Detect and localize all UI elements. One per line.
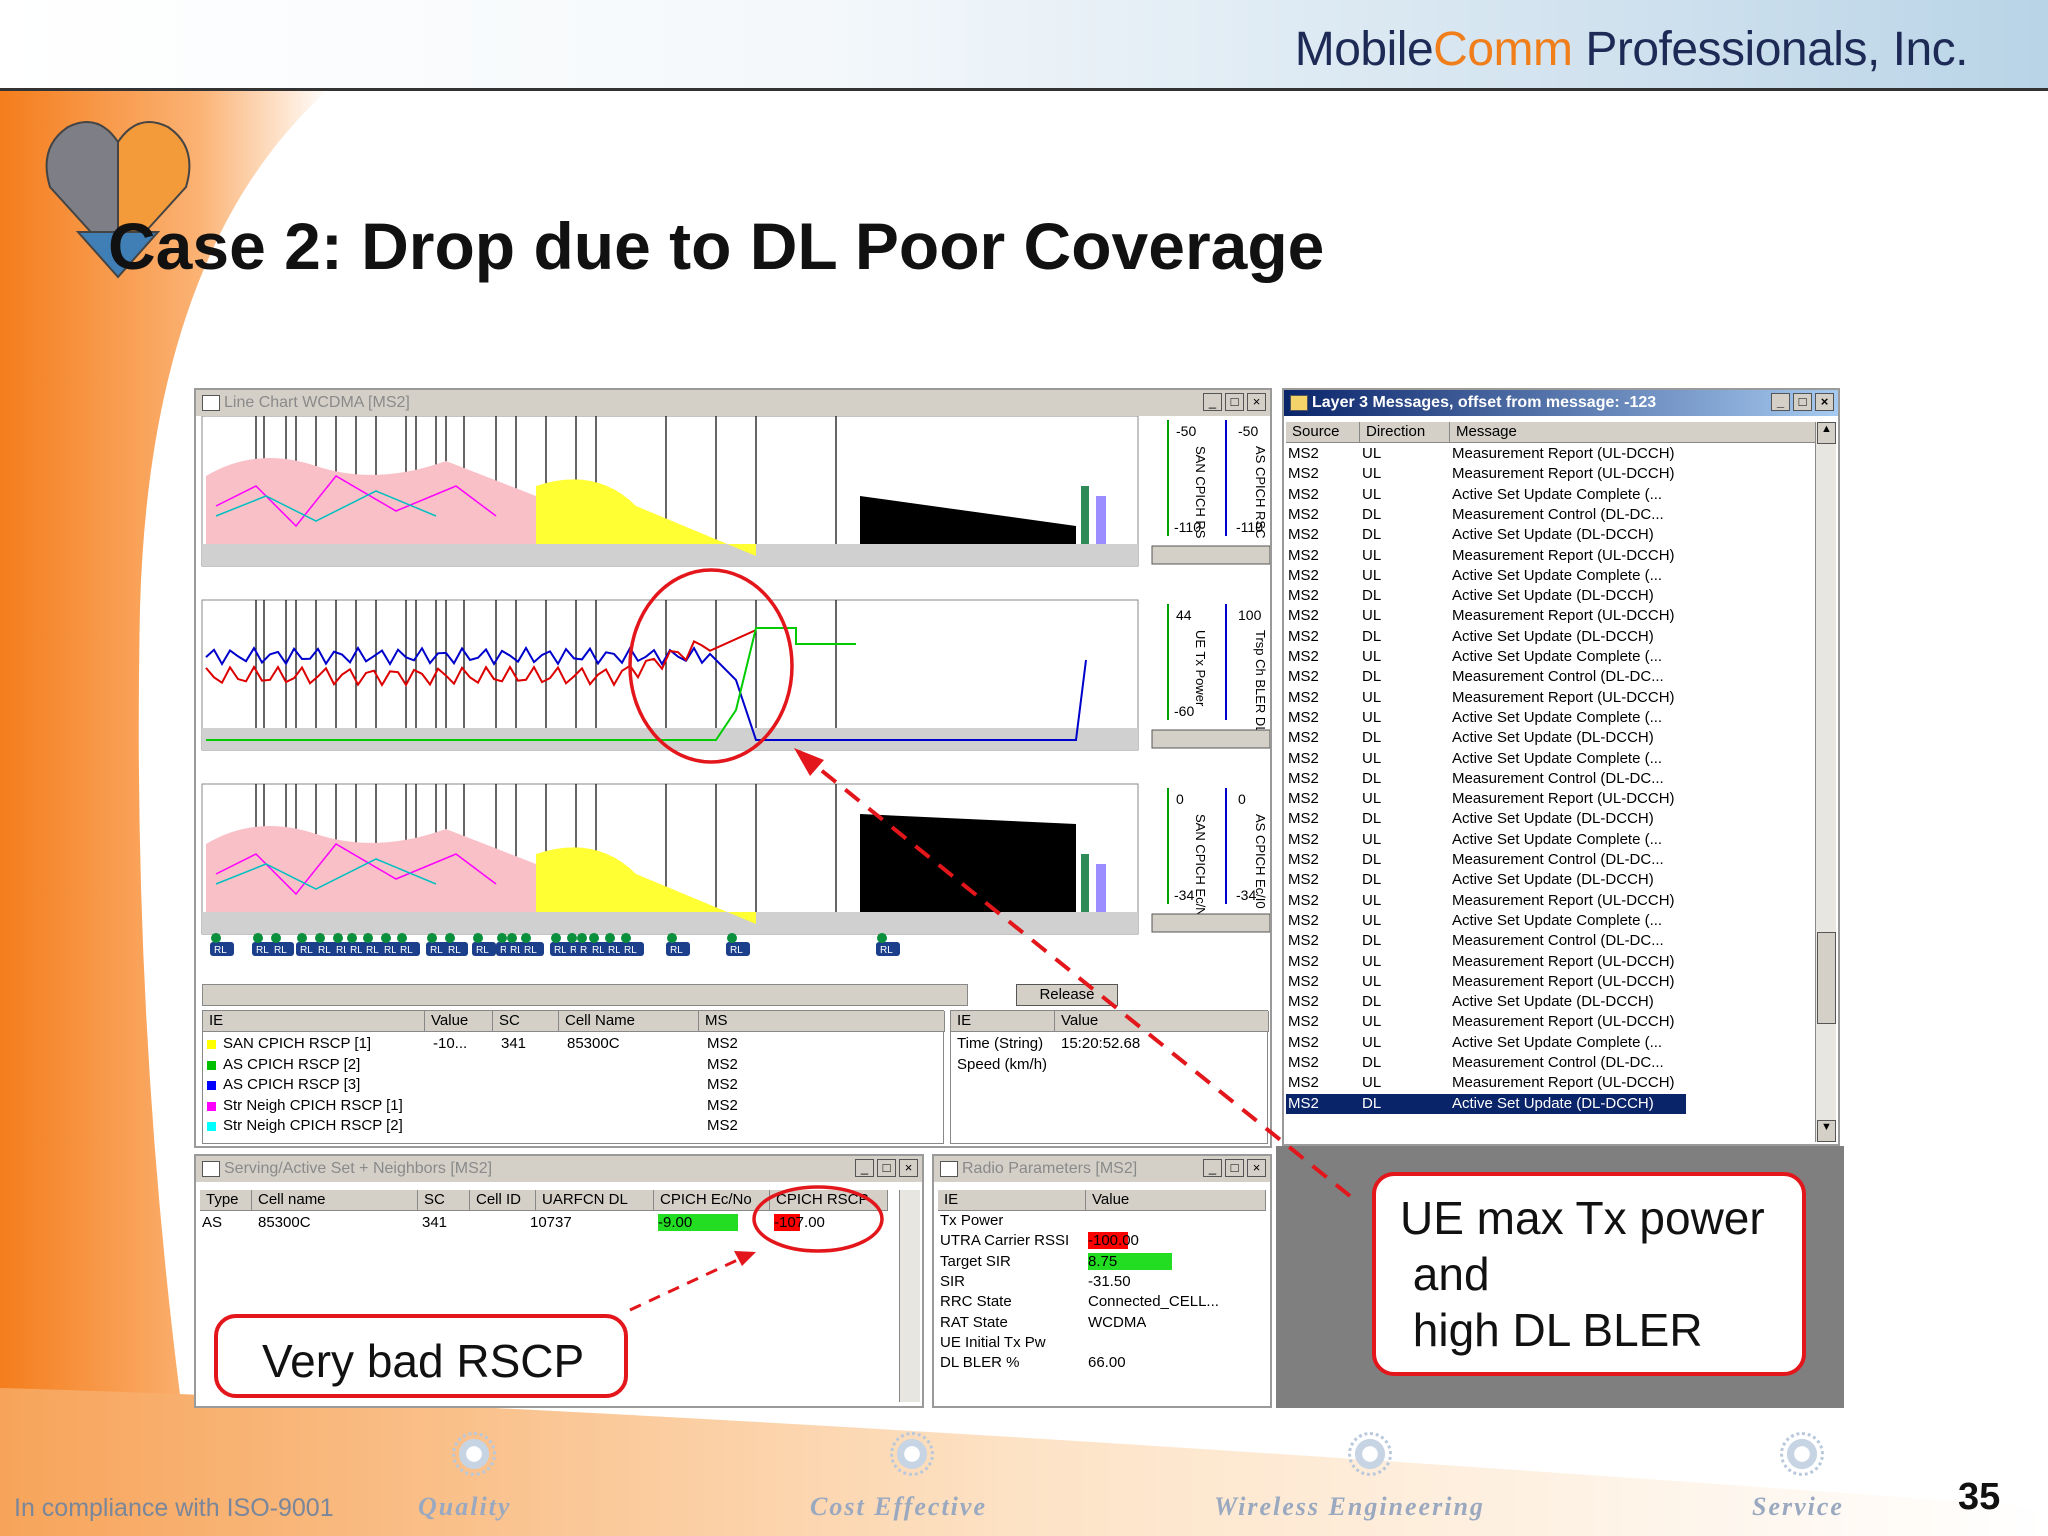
iso-compliance-text: In compliance with ISO-9001 [14,1494,334,1522]
slide: MobileComm Professionals, Inc. Case 2: D… [0,0,2048,1536]
highlight-ellipse-chart [628,568,794,764]
sun-icon [1780,1432,1824,1476]
footer-wireless-engineering: Wireless Engineering [1214,1492,1485,1521]
arrowhead-icon [734,1251,756,1266]
arrowhead-icon [794,748,824,776]
callout-very-bad-rscp: Very bad RSCP [214,1314,628,1398]
highlight-ellipse-rscp [752,1185,884,1253]
sun-icon [1348,1432,1392,1476]
sun-icon [890,1432,934,1476]
footer-quality: Quality [418,1492,512,1521]
dashed-arrow-rscp [629,1254,747,1312]
footer-cost-effective: Cost Effective [810,1492,987,1521]
sun-icon [452,1432,496,1476]
page-number: 35 [1958,1476,2001,1518]
dashed-arrow-tx [804,756,1352,1198]
callout-ue-max-tx: UE max Tx power and high DL BLER [1372,1172,1806,1376]
footer-service: Service [1752,1492,1844,1521]
